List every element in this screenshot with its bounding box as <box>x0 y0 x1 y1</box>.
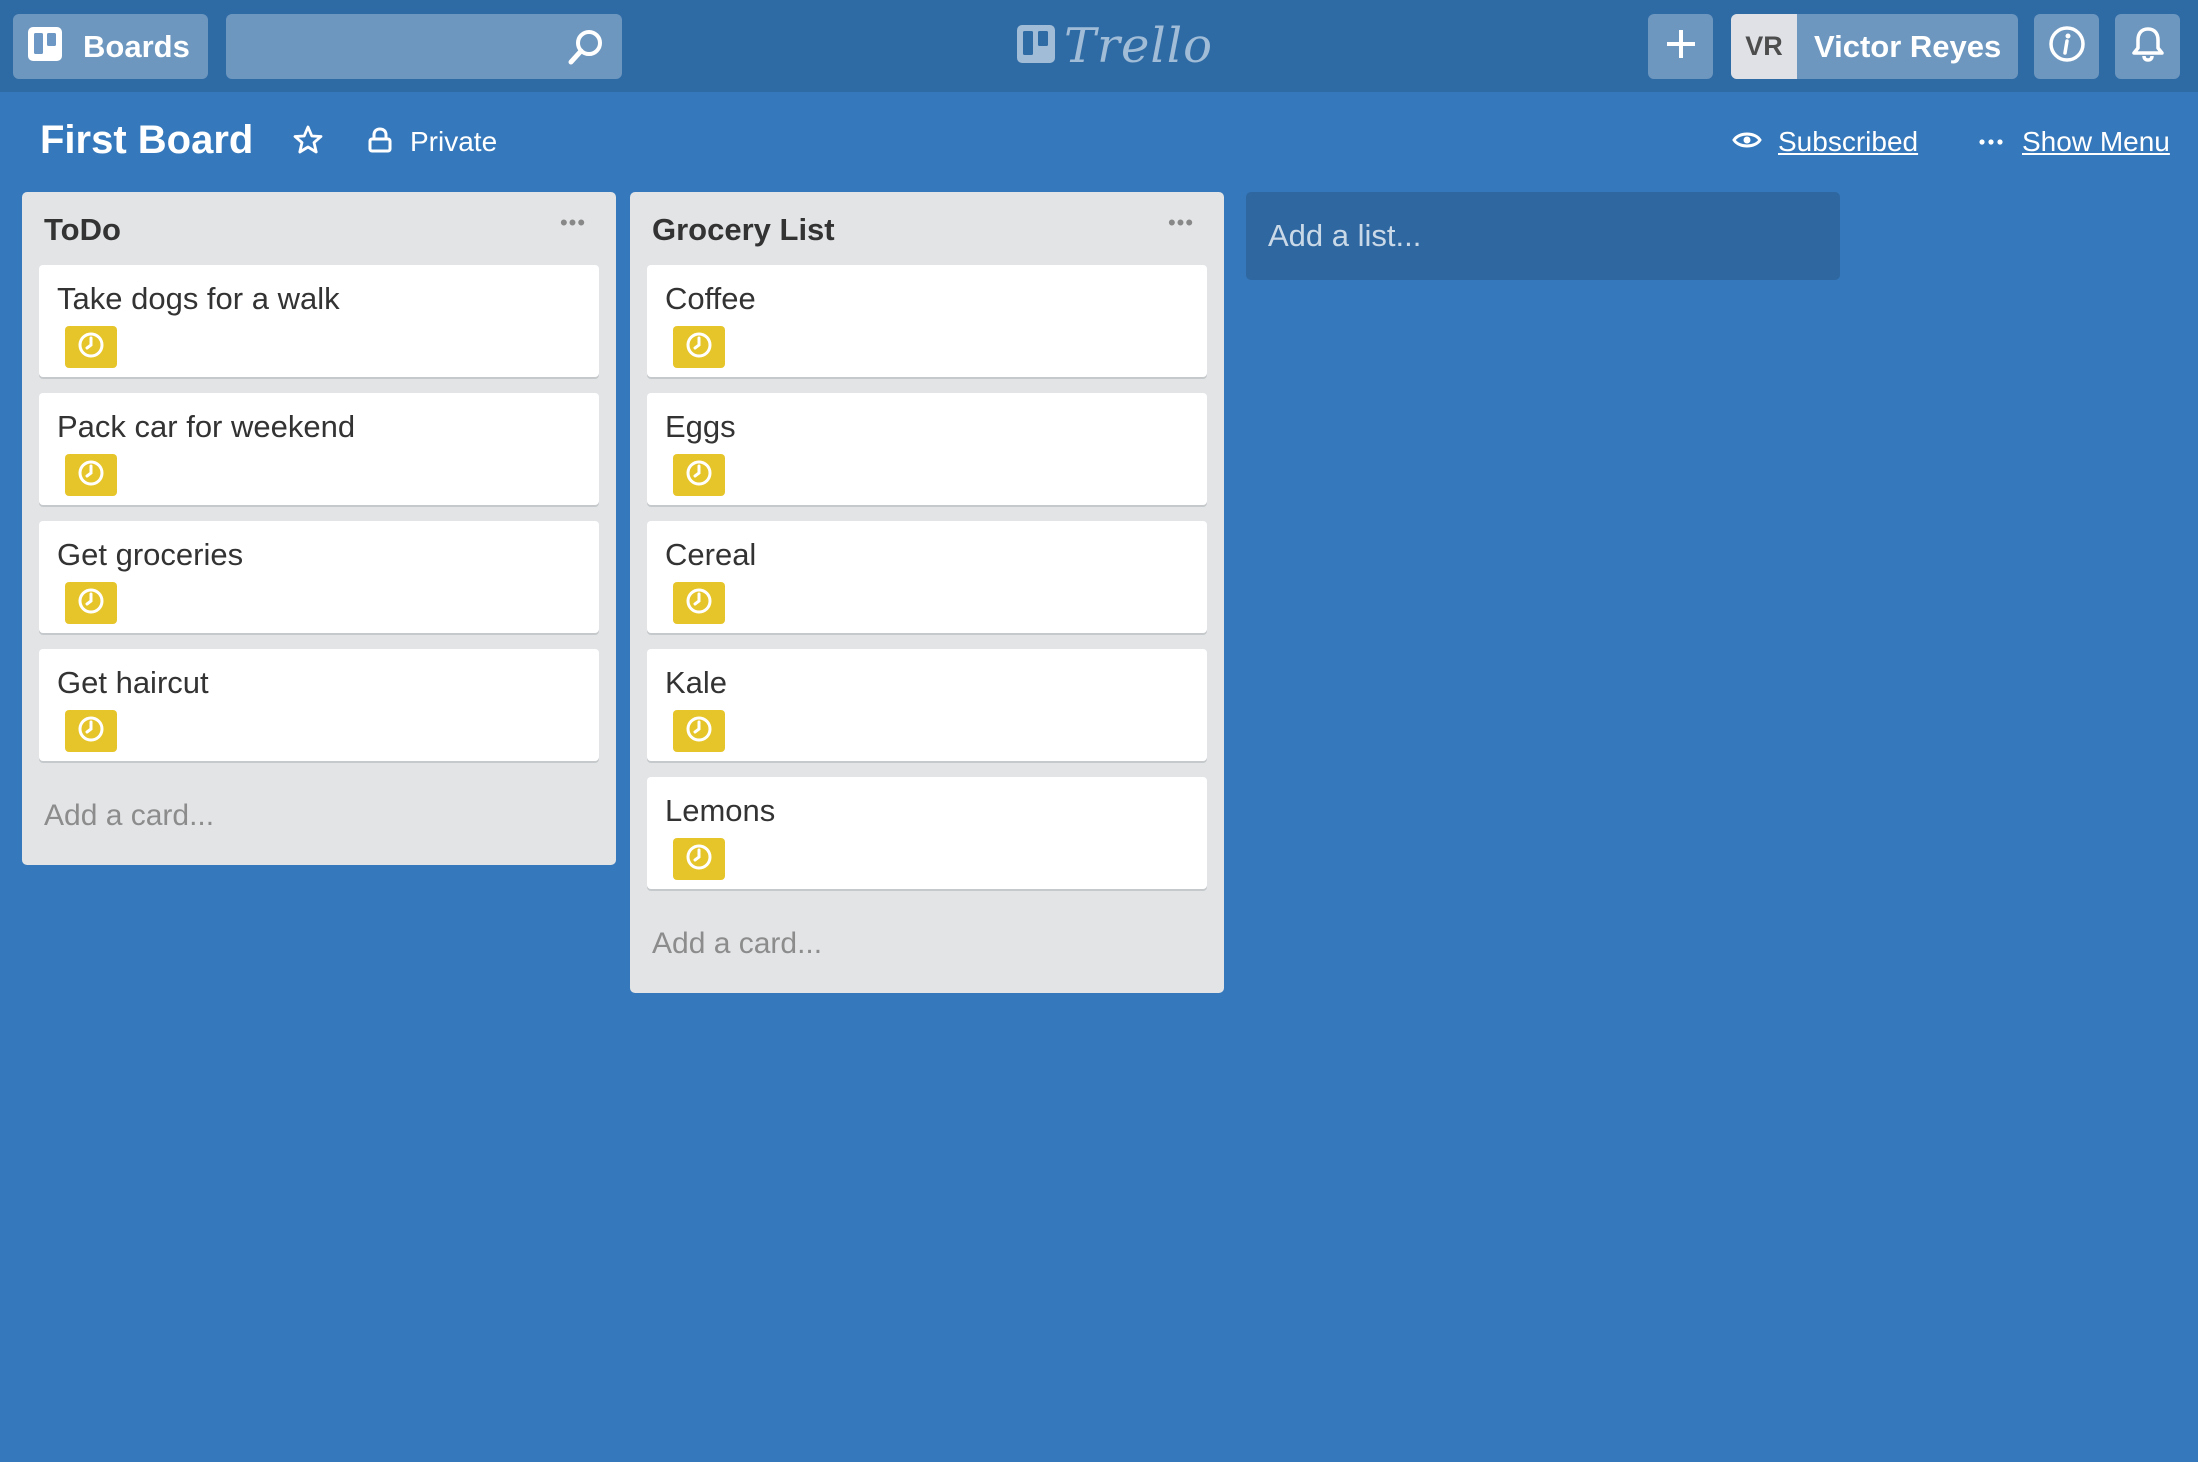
list-todo: ToDo ••• Take dogs for a walk Pack car f… <box>22 192 616 865</box>
clock-icon <box>77 715 105 748</box>
add-card-button[interactable]: Add a card... <box>39 777 599 865</box>
card-title: Eggs <box>665 409 736 444</box>
search-icon[interactable] <box>566 27 606 72</box>
card-title: Cereal <box>665 537 757 572</box>
subscribed-button[interactable]: Subscribed <box>1732 122 1918 162</box>
card[interactable]: Lemons <box>647 777 1207 889</box>
board-title[interactable]: First Board <box>40 118 253 163</box>
add-list-button[interactable]: Add a list... <box>1246 192 1840 280</box>
show-menu-button[interactable]: Show Menu <box>1978 122 2170 162</box>
info-icon <box>2048 25 2086 68</box>
clock-icon <box>685 459 713 492</box>
card-title: Get groceries <box>57 537 244 572</box>
list-title[interactable]: Grocery List <box>652 212 835 248</box>
logo-text: Trello <box>1064 18 1213 74</box>
due-date-badge <box>65 454 117 496</box>
lock-icon <box>366 126 394 159</box>
due-date-badge <box>65 710 117 752</box>
boards-button[interactable]: Boards <box>13 14 208 79</box>
list-header: ToDo ••• <box>39 192 599 265</box>
card-title: Coffee <box>665 281 756 316</box>
list-header: Grocery List ••• <box>647 192 1207 265</box>
card-title: Lemons <box>665 793 776 828</box>
bell-icon <box>2130 25 2166 68</box>
card[interactable]: Coffee <box>647 265 1207 377</box>
card[interactable]: Take dogs for a walk <box>39 265 599 377</box>
avatar: VR <box>1731 14 1797 79</box>
trello-logo[interactable]: Trello <box>1016 18 1213 74</box>
add-button[interactable] <box>1648 14 1713 79</box>
clock-icon <box>77 331 105 364</box>
list-grocery: Grocery List ••• Coffee Eggs Cereal Kale <box>630 192 1224 993</box>
due-date-badge <box>673 326 725 368</box>
more-icon[interactable]: ••• <box>555 210 591 235</box>
card-title: Get haircut <box>57 665 209 700</box>
privacy-label: Private <box>410 126 498 157</box>
clock-icon <box>77 459 105 492</box>
privacy-button[interactable]: Private <box>366 122 497 162</box>
list-title[interactable]: ToDo <box>44 212 121 248</box>
user-menu-button[interactable]: VR Victor Reyes <box>1731 14 2018 79</box>
card[interactable]: Pack car for weekend <box>39 393 599 505</box>
add-card-button[interactable]: Add a card... <box>647 905 1207 993</box>
clock-icon <box>685 587 713 620</box>
due-date-badge <box>673 710 725 752</box>
eye-icon <box>1732 128 1762 157</box>
plus-icon <box>1664 27 1698 66</box>
trello-logo-icon <box>1016 24 1056 69</box>
card-title: Take dogs for a walk <box>57 281 340 316</box>
search-input[interactable] <box>226 14 556 79</box>
info-button[interactable] <box>2034 14 2099 79</box>
card[interactable]: Get haircut <box>39 649 599 761</box>
clock-icon <box>685 843 713 876</box>
user-name: Victor Reyes <box>1814 28 2002 64</box>
boards-button-label: Boards <box>83 28 190 64</box>
boards-icon <box>27 26 63 67</box>
due-date-badge <box>673 582 725 624</box>
card[interactable]: Cereal <box>647 521 1207 633</box>
more-icon <box>1978 133 2004 151</box>
card-title: Kale <box>665 665 728 700</box>
clock-icon <box>77 587 105 620</box>
due-date-badge <box>65 582 117 624</box>
top-header: Boards Trello VR Victor Reyes <box>0 0 2198 92</box>
more-icon[interactable]: ••• <box>1163 210 1199 235</box>
card[interactable]: Get groceries <box>39 521 599 633</box>
notifications-button[interactable] <box>2115 14 2180 79</box>
clock-icon <box>685 331 713 364</box>
due-date-badge <box>673 454 725 496</box>
star-icon[interactable] <box>292 124 324 161</box>
card[interactable]: Eggs <box>647 393 1207 505</box>
subscribed-label: Subscribed <box>1778 126 1919 157</box>
show-menu-label: Show Menu <box>2022 126 2170 157</box>
card[interactable]: Kale <box>647 649 1207 761</box>
search-bar[interactable] <box>226 14 622 79</box>
clock-icon <box>685 715 713 748</box>
card-title: Pack car for weekend <box>57 409 356 444</box>
due-date-badge <box>65 326 117 368</box>
due-date-badge <box>673 838 725 880</box>
